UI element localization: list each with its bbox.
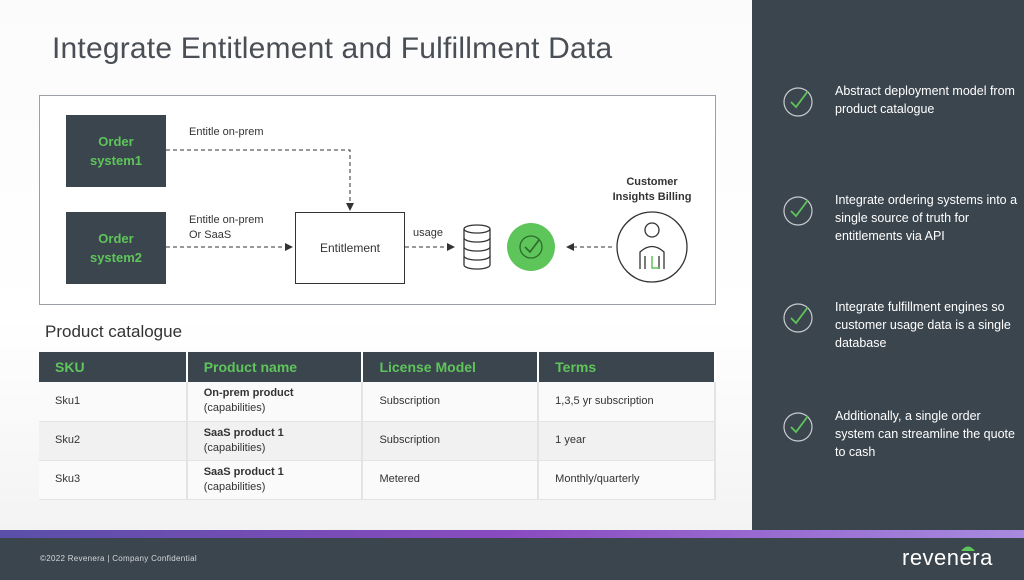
cell-product: SaaS product 1 (capabilities) [186, 460, 364, 500]
product-name: SaaS product 1 [203, 426, 284, 439]
customer-insights-label: Customer Insights Billing [612, 175, 692, 205]
entitlement-box: Entitlement [295, 212, 405, 284]
order-system-2-label: Order system2 [89, 231, 143, 265]
product-catalogue-table: SKU Product name License Model Terms Sku… [39, 352, 716, 500]
cell-sku: Sku2 [39, 421, 188, 461]
footer-accent-bar [0, 530, 1024, 538]
check-circle-icon [783, 412, 813, 442]
cell-terms: Monthly/quarterly [538, 460, 716, 500]
cell-sku: Sku3 [39, 460, 188, 500]
order-system-1-label: Order system1 [89, 134, 143, 168]
slide-content: Integrate Entitlement and Fulfillment Da… [0, 0, 752, 530]
check-circle-icon [783, 303, 813, 333]
sidebar-item-single-order: Additionally, a single order system can … [752, 407, 1024, 467]
check-circle-icon [783, 196, 813, 226]
flow-diagram: Order system1 Order system2 Entitlement … [39, 95, 716, 305]
table-header-row: SKU Product name License Model Terms [39, 352, 716, 382]
connector-onprem [166, 149, 354, 211]
header-product-name: Product name [186, 352, 364, 382]
sidebar-item-ordering: Integrate ordering systems into a single… [752, 191, 1024, 251]
cell-license: Subscription [362, 421, 540, 461]
table-row: Sku1 On-prem product (capabilities) Subsc… [39, 382, 716, 422]
header-sku: SKU [39, 352, 188, 382]
entitlement-label: Entitlement [319, 241, 381, 255]
cell-terms: 1 year [538, 421, 716, 461]
label-usage: usage [413, 227, 443, 239]
order-system-2-box: Order system2 [66, 212, 166, 284]
table-row: Sku3 SaaS product 1 (capabilities) Metere… [39, 460, 716, 500]
product-name: SaaS product 1 [203, 465, 284, 478]
product-catalogue-title: Product catalogue [45, 322, 183, 341]
cell-product: On-prem product (capabilities) [186, 382, 364, 422]
database-icon [463, 224, 491, 270]
order-system-1-box: Order system1 [66, 115, 166, 187]
sidebar-item-fulfillment: Integrate fulfillment engines so custome… [752, 298, 1024, 358]
product-capabilities: (capabilities) [203, 402, 266, 415]
cell-license: Metered [362, 460, 540, 500]
header-terms: Terms [538, 352, 716, 382]
sidebar-item-abstract: Abstract deployment model from product c… [752, 82, 1024, 142]
copyright-text: ©2022 Revenera | Company Confidential [40, 554, 197, 563]
header-license-model: License Model [362, 352, 540, 382]
footer: ©2022 Revenera | Company Confidential re… [0, 538, 1024, 580]
product-capabilities: (capabilities) [203, 480, 266, 493]
cell-license: Subscription [362, 382, 540, 422]
label-entitle-onprem: Entitle on-prem [189, 126, 264, 138]
product-name: On-prem product [203, 387, 294, 400]
sidebar-item-text: Integrate fulfillment engines so custome… [835, 300, 1011, 350]
sidebar-item-text: Abstract deployment model from product c… [835, 84, 1015, 116]
sidebar-item-text: Integrate ordering systems into a single… [835, 193, 1018, 243]
cell-sku: Sku1 [39, 382, 188, 422]
benefits-sidebar: Abstract deployment model from product c… [752, 0, 1024, 530]
check-circle-icon [783, 87, 813, 117]
revenera-logo: revenera [902, 545, 993, 570]
cell-product: SaaS product 1 (capabilities) [186, 421, 364, 461]
customer-label-line-2: Insights Billing [612, 191, 692, 203]
table-row: Sku2 SaaS product 1 (capabilities) Subscr… [39, 421, 716, 461]
check-circle-icon [507, 223, 555, 271]
customer-label-line-1: Customer [626, 176, 678, 188]
sidebar-item-text: Additionally, a single order system can … [835, 409, 1015, 459]
label-entitle-onprem-saas-1: Entitle on-prem [189, 214, 264, 226]
user-icon [616, 211, 688, 283]
label-entitle-onprem-saas-2: Or SaaS [189, 229, 232, 241]
slide-title: Integrate Entitlement and Fulfillment Da… [52, 32, 613, 65]
logo-accent-icon [961, 546, 975, 551]
cell-terms: 1,3,5 yr subscription [538, 382, 716, 422]
product-capabilities: (capabilities) [203, 441, 266, 454]
